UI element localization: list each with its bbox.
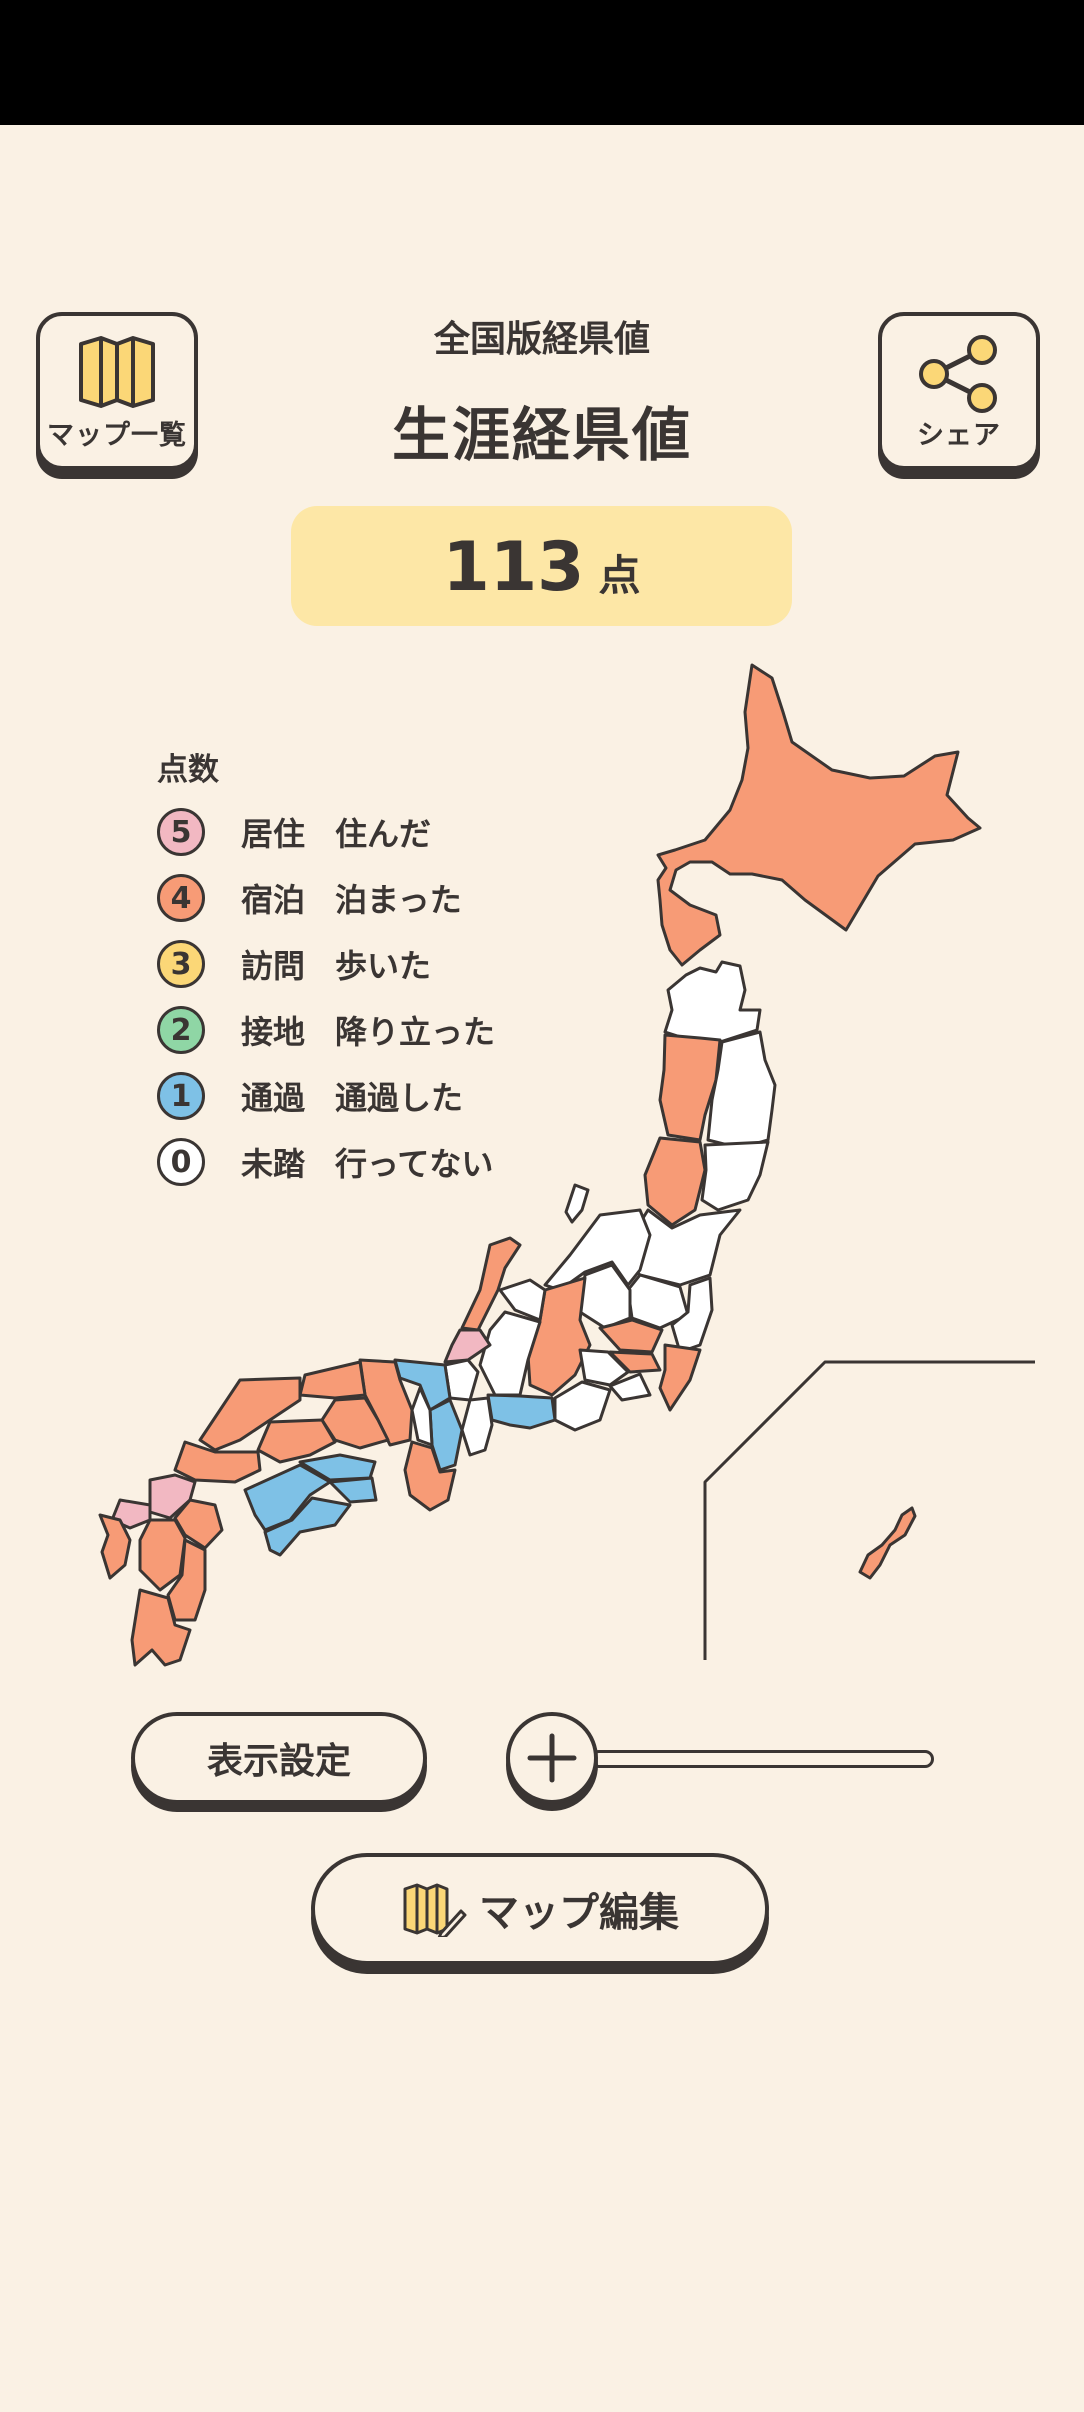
display-settings-button[interactable]: 表示設定 xyxy=(131,1712,427,1804)
pref-chiba[interactable] xyxy=(658,1343,702,1412)
okinawa-inset-frame xyxy=(703,1360,1035,1660)
zoom-slider-handle[interactable] xyxy=(506,1712,598,1804)
page-subtitle: 全国版経県値 xyxy=(433,319,650,360)
pref-shizuoka[interactable] xyxy=(553,1380,612,1432)
pref-miyagi[interactable] xyxy=(700,1140,770,1212)
page-title: 生涯経県値 xyxy=(391,401,692,469)
zoom-slider-track[interactable] xyxy=(590,1750,934,1768)
island-sado[interactable] xyxy=(564,1183,590,1224)
map-edit-button[interactable]: マップ編集 xyxy=(311,1853,769,1965)
pref-okinawa[interactable] xyxy=(858,1506,917,1580)
pref-aomori[interactable] xyxy=(663,960,762,1044)
pref-hiroshima[interactable] xyxy=(256,1418,337,1464)
pref-hokkaido[interactable] xyxy=(656,663,982,967)
pref-yamagata[interactable] xyxy=(643,1136,707,1227)
pref-tokushima[interactable] xyxy=(328,1476,378,1504)
plus-icon xyxy=(527,1733,577,1783)
pref-aichi[interactable] xyxy=(486,1393,557,1430)
score-value: 113 xyxy=(442,528,585,607)
status-bar xyxy=(0,0,1084,125)
map-edit-label: マップ編集 xyxy=(479,1890,679,1936)
pref-tottori[interactable] xyxy=(298,1360,367,1400)
score-box: 113 点 xyxy=(291,506,792,626)
map-pencil-icon xyxy=(403,1883,467,1937)
pref-mie[interactable] xyxy=(460,1396,494,1457)
score-unit: 点 xyxy=(598,551,641,600)
japan-map[interactable] xyxy=(0,640,1084,1680)
